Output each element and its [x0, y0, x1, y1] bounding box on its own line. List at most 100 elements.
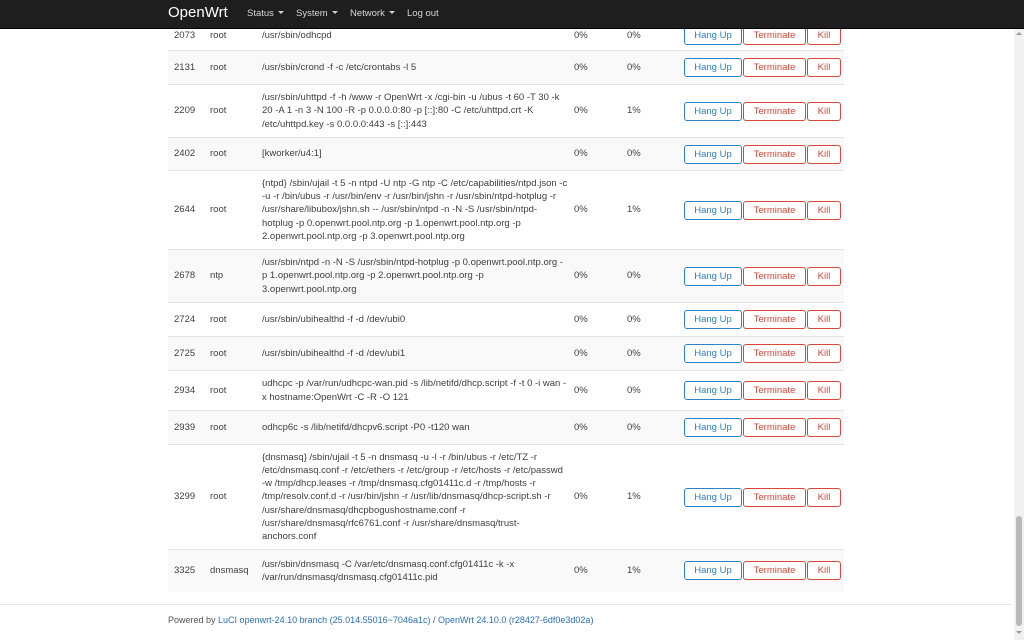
terminate-button[interactable]: Terminate: [743, 561, 806, 581]
command-cell: udhcpc -p /var/run/udhcpc-wan.pid -s /li…: [262, 370, 574, 411]
menu-status-label: Status: [247, 8, 274, 19]
process-table: 2073 root/usr/sbin/odhcpd 0% 0% Hang Up Termi…: [168, 20, 844, 592]
memory-cell: 1%: [627, 84, 684, 138]
hang-up-button[interactable]: Hang Up: [684, 344, 742, 363]
terminate-button[interactable]: Terminate: [743, 381, 806, 400]
owner-cell: root: [210, 137, 262, 171]
cpu-cell: 0%: [574, 170, 627, 250]
kill-button[interactable]: Kill: [807, 487, 841, 507]
kill-button[interactable]: Kill: [807, 561, 841, 581]
actions-cell: Hang Up Terminate Kill: [684, 336, 844, 371]
owner-cell: root: [210, 170, 262, 250]
command-cell: /usr/sbin/crond -f -c /etc/crontabs -l 5: [262, 50, 574, 85]
owner-cell: root: [210, 84, 262, 138]
terminate-button[interactable]: Terminate: [743, 310, 806, 329]
table-row: 2934 root udhcpc -p /var/run/udhcpc-wan.pi…: [168, 370, 844, 411]
footer-divider: [0, 604, 1012, 605]
kill-button[interactable]: Kill: [807, 418, 841, 437]
memory-cell: 0%: [627, 249, 684, 303]
table-row: 2131 root/usr/sbin/crond -f -c /etc/cront…: [168, 50, 844, 85]
footer-openwrt-link[interactable]: OpenWrt 24.10.0 (r28427-6df0e3d02a): [438, 615, 593, 625]
terminate-button[interactable]: Terminate: [743, 344, 806, 363]
command-cell: {dnsmasq} /sbin/ujail -t 5 -n dnsmasq -u…: [262, 444, 574, 550]
owner-cell: root: [210, 444, 262, 550]
command-cell: /usr/sbin/ubihealthd -f -d /dev/ubi1: [262, 336, 574, 371]
terminate-button[interactable]: Terminate: [743, 200, 806, 220]
cpu-cell: 0%: [574, 444, 627, 550]
pid-cell: 2402: [168, 137, 210, 171]
memory-cell: 0%: [627, 137, 684, 171]
footer-powered-by: Powered by: [168, 615, 216, 625]
kill-button[interactable]: Kill: [807, 144, 841, 164]
cpu-cell: 0%: [574, 410, 627, 445]
kill-button[interactable]: Kill: [807, 200, 841, 220]
command-cell: /usr/sbin/uhttpd -f -h /www -r OpenWrt -…: [262, 84, 574, 138]
table-row: 2724 root/usr/sbin/ubihealthd -f -d /dev/…: [168, 302, 844, 337]
menu-system-label: System: [296, 8, 328, 19]
kill-button[interactable]: Kill: [807, 310, 841, 329]
menu-network[interactable]: Network: [350, 8, 395, 19]
actions-cell: Hang Up Terminate Kill: [684, 410, 844, 445]
terminate-button[interactable]: Terminate: [743, 266, 806, 286]
cpu-cell: 0%: [574, 249, 627, 303]
cpu-cell: 0%: [574, 370, 627, 411]
kill-button[interactable]: Kill: [807, 381, 841, 400]
actions-cell: Hang Up Terminate Kill: [684, 84, 844, 138]
scroll-up-icon[interactable]: [1016, 32, 1022, 35]
terminate-button[interactable]: Terminate: [743, 58, 806, 77]
vertical-scrollbar[interactable]: [1014, 28, 1024, 640]
command-cell: /usr/sbin/ntpd -n -N -S /usr/sbin/ntpd-h…: [262, 249, 574, 303]
top-navbar: OpenWrt Status System Network Log out: [0, 0, 1024, 29]
owner-cell: ntp: [210, 249, 262, 303]
hang-up-button[interactable]: Hang Up: [684, 200, 742, 220]
hang-up-button[interactable]: Hang Up: [684, 310, 742, 329]
hang-up-button[interactable]: Hang Up: [684, 561, 742, 581]
scrollbar-thumb[interactable]: [1016, 516, 1022, 626]
footer-luci-link[interactable]: LuCI openwrt-24.10 branch (25.014.55016~…: [218, 615, 430, 625]
cpu-cell: 0%: [574, 302, 627, 337]
process-table-body: 2073 root/usr/sbin/odhcpd 0% 0% Hang Up Termi…: [168, 20, 844, 592]
kill-button[interactable]: Kill: [807, 266, 841, 286]
memory-cell: 0%: [627, 302, 684, 337]
actions-cell: Hang Up Terminate Kill: [684, 370, 844, 411]
table-row: 3325 dnsmasq/usr/sbin/dnsmasq -C /var/etc…: [168, 549, 844, 592]
hang-up-button[interactable]: Hang Up: [684, 58, 742, 77]
pid-cell: 3325: [168, 549, 210, 592]
actions-cell: Hang Up Terminate Kill: [684, 444, 844, 550]
menu-logout[interactable]: Log out: [407, 8, 439, 19]
terminate-button[interactable]: Terminate: [743, 418, 806, 437]
pid-cell: 2678: [168, 249, 210, 303]
command-cell: [kworker/u4:1]: [262, 137, 574, 171]
pid-cell: 3299: [168, 444, 210, 550]
memory-cell: 0%: [627, 50, 684, 85]
command-cell: odhcp6c -s /lib/netifd/dhcpv6.script -P0…: [262, 410, 574, 445]
owner-cell: root: [210, 336, 262, 371]
menu-system[interactable]: System: [296, 8, 338, 19]
pid-cell: 2724: [168, 302, 210, 337]
kill-button[interactable]: Kill: [807, 58, 841, 77]
kill-button[interactable]: Kill: [807, 344, 841, 363]
terminate-button[interactable]: Terminate: [743, 144, 806, 164]
kill-button[interactable]: Kill: [807, 101, 841, 121]
hang-up-button[interactable]: Hang Up: [684, 101, 742, 121]
memory-cell: 0%: [627, 370, 684, 411]
footer: Powered by LuCI openwrt-24.10 branch (25…: [168, 615, 593, 625]
table-row: 2402 root [kworker/u4:1] 0% 0% Hang Up Termina…: [168, 137, 844, 171]
terminate-button[interactable]: Terminate: [743, 101, 806, 121]
terminate-button[interactable]: Terminate: [743, 487, 806, 507]
scroll-down-icon[interactable]: [1016, 631, 1022, 634]
hang-up-button[interactable]: Hang Up: [684, 144, 742, 164]
pid-cell: 2939: [168, 410, 210, 445]
memory-cell: 1%: [627, 170, 684, 250]
hang-up-button[interactable]: Hang Up: [684, 381, 742, 400]
hang-up-button[interactable]: Hang Up: [684, 418, 742, 437]
actions-cell: Hang Up Terminate Kill: [684, 549, 844, 592]
cpu-cell: 0%: [574, 549, 627, 592]
table-row: 2939 root odhcp6c -s /lib/netifd/dhcpv6.sc…: [168, 410, 844, 445]
cpu-cell: 0%: [574, 50, 627, 85]
menu-status[interactable]: Status: [247, 8, 284, 19]
hang-up-button[interactable]: Hang Up: [684, 266, 742, 286]
brand-logo[interactable]: OpenWrt: [168, 4, 228, 21]
hang-up-button[interactable]: Hang Up: [684, 487, 742, 507]
pid-cell: 2131: [168, 50, 210, 85]
